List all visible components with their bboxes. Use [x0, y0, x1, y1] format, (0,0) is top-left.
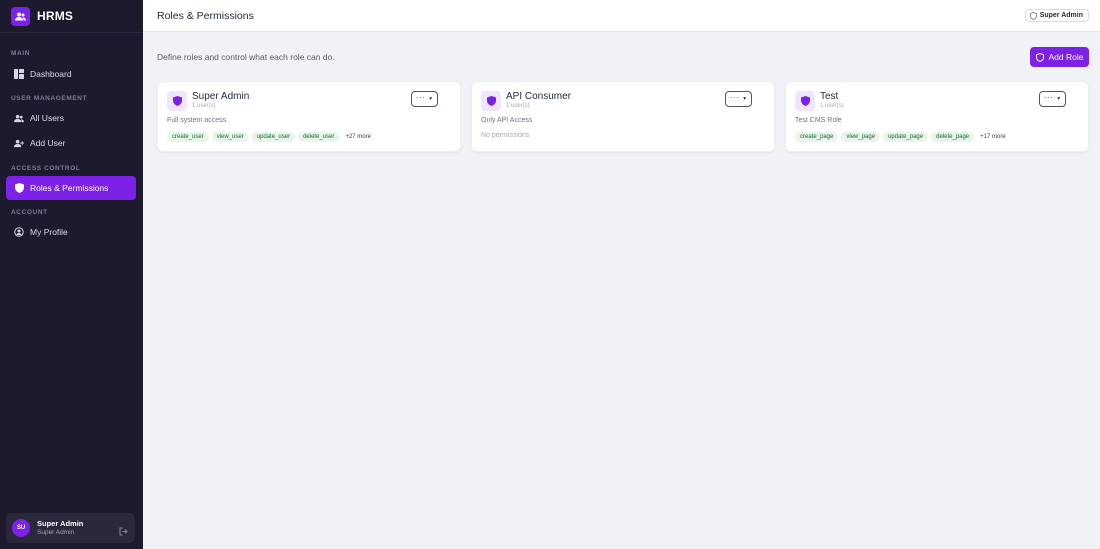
sidebar: HRMS MAIN Dashboard USER MANAGEMENT All … — [0, 0, 143, 549]
role-card-test: Test 1 user(s) ··· ▼ Test CMS Role create… — [785, 81, 1089, 152]
caret-down-icon: ▼ — [428, 96, 434, 102]
app-name: HRMS — [37, 9, 74, 23]
user-name: Super Admin — [37, 518, 84, 528]
shield-icon — [481, 91, 501, 111]
more-permissions: +17 more — [980, 134, 1006, 140]
nav-section-user-management: USER MANAGEMENT — [11, 95, 88, 102]
current-user-card: SU Super Admin Super Admin — [6, 513, 135, 543]
sidebar-item-my-profile[interactable]: My Profile — [6, 220, 136, 244]
sidebar-item-label: Dashboard — [30, 69, 72, 79]
shield-icon — [1035, 52, 1045, 62]
sidebar-item-dashboard[interactable]: Dashboard — [6, 62, 136, 86]
users-icon — [14, 113, 24, 123]
role-card-api-consumer: API Consumer 1 user(s) ··· ▼ Only API Acc… — [471, 81, 775, 152]
logout-icon[interactable] — [119, 523, 128, 536]
permission-tag: create_user — [167, 132, 209, 142]
add-role-label: Add Role — [1048, 52, 1084, 62]
sidebar-item-label: Roles & Permissions — [30, 183, 109, 193]
role-actions-dropdown[interactable]: ··· ▼ — [411, 91, 438, 107]
permission-tag: view_page — [841, 132, 881, 142]
user-circle-icon — [14, 227, 24, 237]
role-badge-label: Super Admin — [1039, 12, 1083, 19]
nav-section-main: MAIN — [11, 50, 31, 57]
sidebar-item-add-user[interactable]: Add User — [6, 131, 136, 155]
role-name: Test — [820, 91, 839, 102]
avatar: SU — [12, 519, 30, 537]
caret-down-icon: ▼ — [742, 96, 748, 102]
user-role: Super Admin — [37, 528, 75, 536]
permission-tag: update_user — [251, 132, 296, 142]
caret-down-icon: ▼ — [1056, 96, 1062, 102]
sidebar-item-label: My Profile — [30, 227, 68, 237]
permission-list: create_user view_user update_user delete… — [167, 132, 371, 142]
role-user-count: 1 user(s) — [820, 103, 844, 109]
role-badge: Super Admin — [1024, 9, 1089, 22]
permission-tag: delete_page — [931, 132, 975, 142]
shield-icon — [14, 183, 24, 193]
shield-icon — [1029, 12, 1037, 20]
role-description: Only API Access — [481, 117, 533, 124]
role-user-count: 1 user(s) — [192, 103, 216, 109]
brand[interactable]: HRMS — [0, 0, 143, 33]
role-description: Test CMS Role — [795, 117, 842, 124]
permission-list: No permissions — [481, 132, 529, 139]
page-title: Roles & Permissions — [157, 10, 254, 22]
nav-section-account: ACCOUNT — [11, 209, 48, 216]
permission-tag: delete_user — [298, 132, 340, 142]
role-description: Full system access — [167, 117, 227, 124]
role-name: Super Admin — [192, 91, 250, 102]
more-permissions: +27 more — [345, 134, 371, 140]
role-actions-dropdown[interactable]: ··· ▼ — [725, 91, 752, 107]
role-card-super-admin: Super Admin 1 user(s) ··· ▼ Full system a… — [157, 81, 461, 152]
shield-icon — [167, 91, 187, 111]
sidebar-item-label: Add User — [30, 138, 66, 148]
more-icon: ··· — [729, 92, 740, 102]
sidebar-item-all-users[interactable]: All Users — [6, 106, 136, 130]
role-name: API Consumer — [506, 91, 572, 102]
permission-list: create_page view_page update_page delete… — [795, 132, 1006, 142]
user-plus-icon — [14, 138, 24, 148]
role-actions-dropdown[interactable]: ··· ▼ — [1039, 91, 1066, 107]
permission-tag: view_user — [211, 132, 249, 142]
nav-section-access-control: ACCESS CONTROL — [11, 165, 81, 172]
sidebar-item-roles-permissions[interactable]: Roles & Permissions — [6, 176, 136, 200]
no-permissions-text: No permissions — [481, 132, 530, 139]
more-icon: ··· — [1043, 92, 1054, 102]
add-role-button[interactable]: Add Role — [1030, 47, 1089, 67]
dashboard-icon — [14, 69, 24, 79]
page-description: Define roles and control what each role … — [157, 52, 335, 62]
permission-tag: update_page — [883, 132, 929, 142]
users-icon — [11, 6, 30, 26]
more-icon: ··· — [415, 92, 426, 102]
permission-tag: create_page — [795, 132, 839, 142]
top-header: Roles & Permissions Super Admin — [143, 0, 1100, 32]
role-user-count: 1 user(s) — [506, 103, 530, 109]
sidebar-item-label: All Users — [30, 113, 65, 123]
shield-icon — [795, 91, 815, 111]
